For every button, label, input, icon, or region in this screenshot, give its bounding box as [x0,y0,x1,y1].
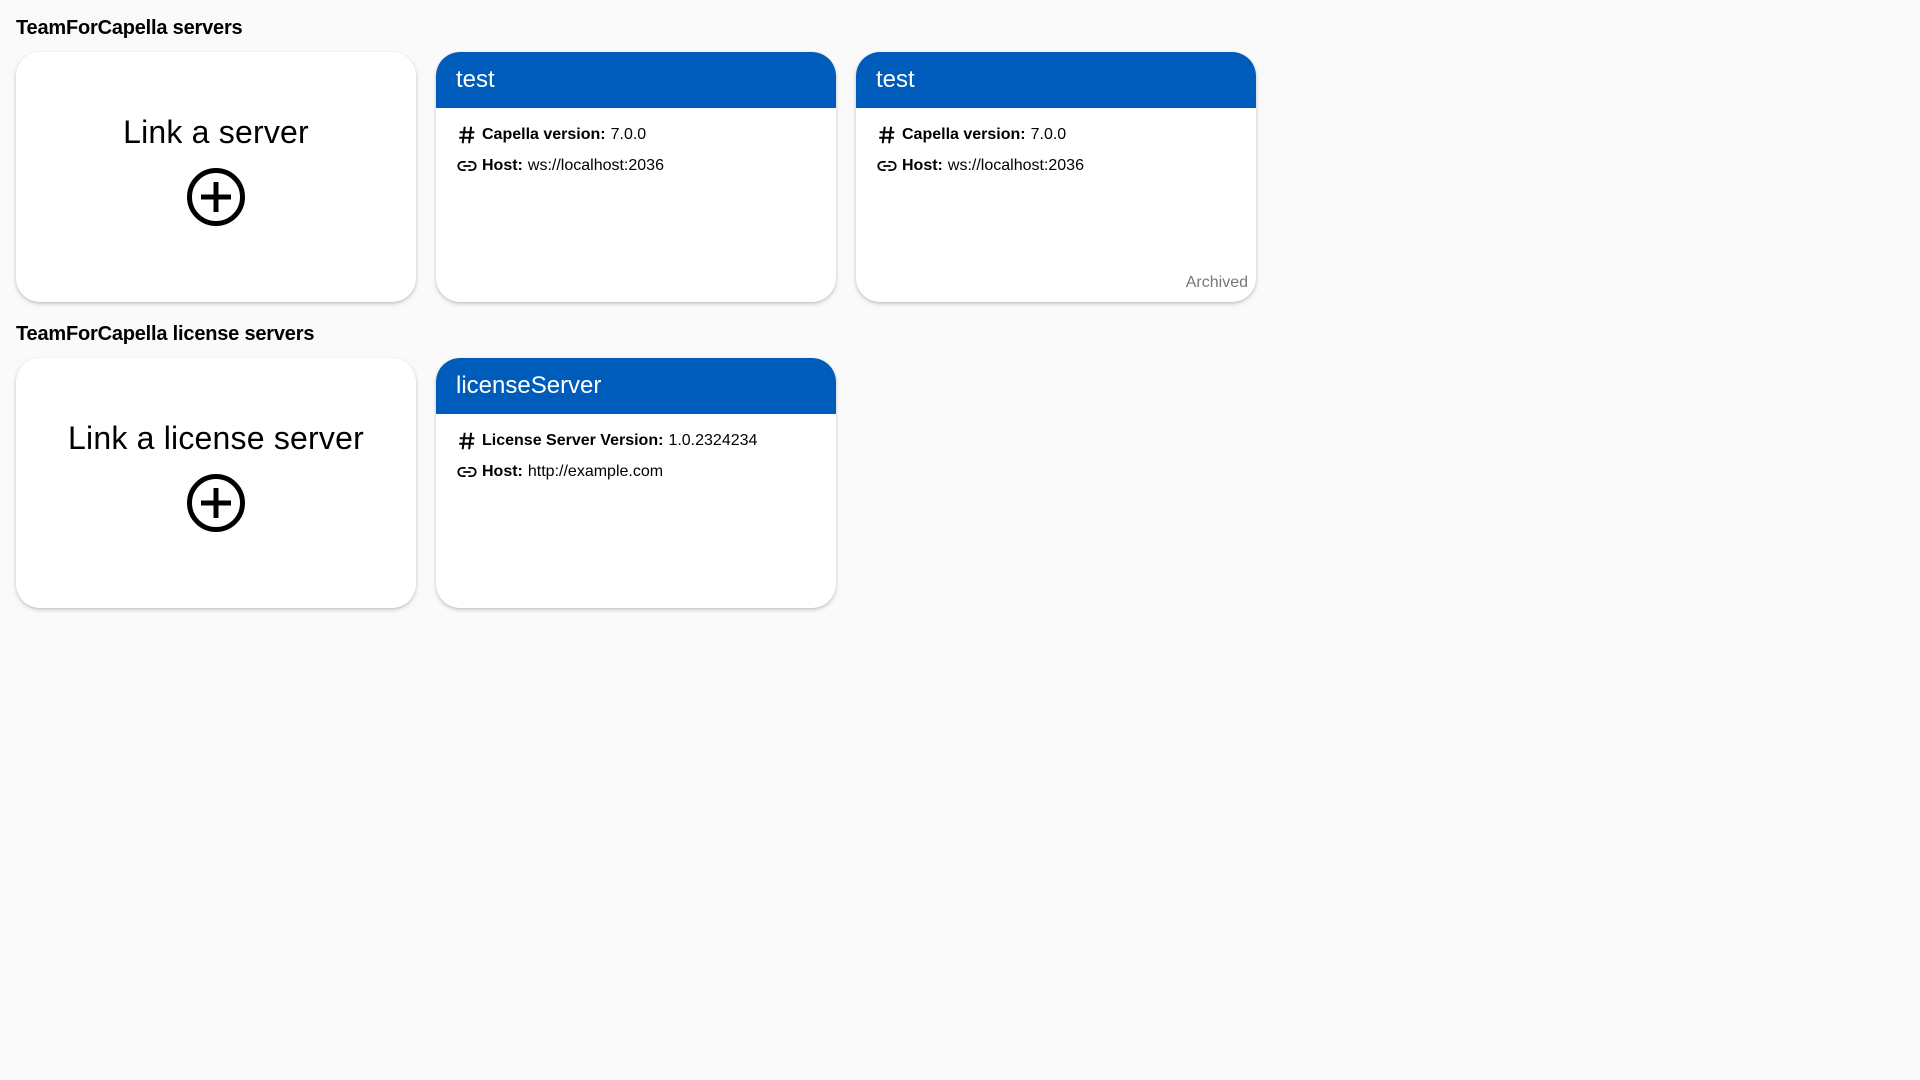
version-key: License Server Version: [482,432,664,449]
server-card-body: Capella version: 7.0.0 Host: ws://localh… [436,108,836,177]
server-card-title: test [856,52,1256,108]
license-server-card[interactable]: licenseServer License Server Version: 1.… [436,358,836,608]
add-circle-icon [187,474,245,532]
server-card-body: Capella version: 7.0.0 Host: ws://localh… [856,108,1256,177]
page: TeamForCapella servers Link a server tes… [0,0,1920,1080]
version-value: 7.0.0 [1030,126,1067,143]
link-server-label: Link a server [123,114,309,150]
servers-section-title: TeamForCapella servers [16,17,243,39]
add-circle-icon [187,168,245,226]
license-server-card-body: License Server Version: 1.0.2324234 Host… [436,414,836,483]
server-card[interactable]: test Capella version: 7.0.0 Host: ws://l… [436,52,836,302]
host-key: Host: [902,157,943,174]
host-value: http://example.com [527,463,664,480]
host-value: ws://localhost:2036 [947,157,1084,174]
version-key: Capella version: [902,126,1026,143]
host-row: Host: ws://localhost:2036 [456,155,816,177]
version-row: License Server Version: 1.0.2324234 [456,430,816,452]
link-license-server-label: Link a license server [68,420,364,456]
version-value: 7.0.0 [610,126,647,143]
host-row: Host: ws://localhost:2036 [876,155,1236,177]
host-value: ws://localhost:2036 [527,157,664,174]
link-icon [457,160,477,172]
host-row: Host: http://example.com [456,461,816,483]
version-key: Capella version: [482,126,606,143]
hash-icon [879,126,895,144]
link-icon [457,466,477,478]
archived-status-label: Archived [1185,274,1248,291]
link-server-card[interactable]: Link a server [16,52,416,302]
host-key: Host: [482,463,523,480]
host-key: Host: [482,157,523,174]
server-card[interactable]: test Capella version: 7.0.0 Host: ws://l… [856,52,1256,302]
hash-icon [459,126,475,144]
version-row: Capella version: 7.0.0 [876,124,1236,146]
link-license-server-card[interactable]: Link a license server [16,358,416,608]
version-row: Capella version: 7.0.0 [456,124,816,146]
hash-icon [459,432,475,450]
server-card-title: test [436,52,836,108]
license-servers-section-title: TeamForCapella license servers [16,323,315,345]
license-server-card-title: licenseServer [436,358,836,414]
version-value: 1.0.2324234 [668,432,758,449]
link-icon [877,160,897,172]
